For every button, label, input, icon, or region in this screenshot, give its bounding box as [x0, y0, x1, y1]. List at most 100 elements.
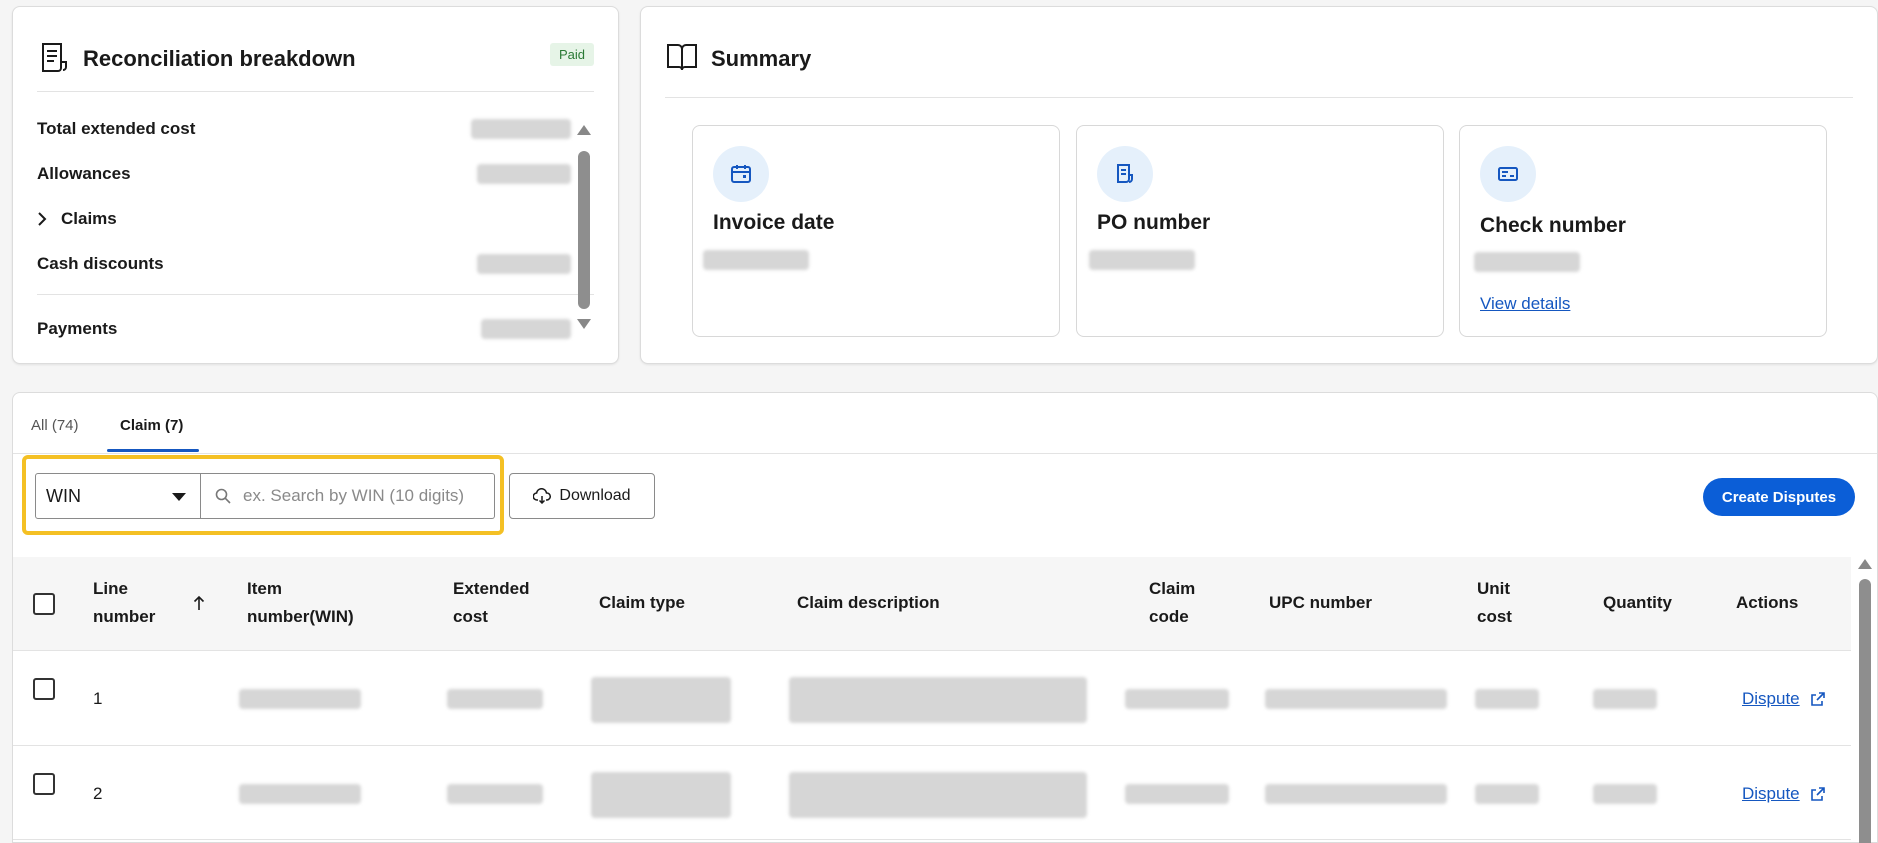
- dispute-label: Dispute: [1742, 689, 1800, 708]
- col-claim-type: Claim type: [599, 593, 685, 612]
- dispute-link[interactable]: Dispute: [1742, 689, 1825, 709]
- table-scrollbar[interactable]: [1857, 559, 1873, 843]
- col-quantity: Quantity: [1603, 593, 1672, 612]
- search-placeholder: ex. Search by WIN (10 digits): [243, 486, 465, 505]
- row-label: Payments: [37, 319, 118, 338]
- redacted-value: [1593, 689, 1657, 709]
- redacted-value: [1125, 784, 1229, 804]
- dispute-link[interactable]: Dispute: [1742, 784, 1825, 804]
- reconciliation-card: Reconciliation breakdown Paid Total exte…: [12, 6, 619, 364]
- active-tab-indicator: [107, 449, 199, 452]
- scroll-up-arrow[interactable]: [577, 125, 591, 135]
- row-total-extended-cost: Total extended cost: [37, 119, 195, 139]
- redacted-value: [1474, 252, 1580, 272]
- scrollbar-thumb[interactable]: [1859, 579, 1871, 843]
- search-icon: [215, 488, 231, 504]
- download-button[interactable]: Download: [509, 473, 655, 519]
- col-claim-code: Claim code: [1149, 579, 1196, 626]
- reconciliation-title: Reconciliation breakdown: [83, 46, 356, 71]
- col-line-number[interactable]: Line number: [93, 575, 173, 631]
- chevron-right-icon: [37, 212, 47, 226]
- divider: [37, 91, 594, 92]
- redacted-value: [1089, 250, 1195, 270]
- status-badge: Paid: [549, 43, 594, 66]
- redacted-value: [471, 119, 571, 139]
- row-label: Claims: [61, 209, 117, 228]
- check-number-tile: Check number View details: [1459, 125, 1827, 337]
- col-actions: Actions: [1736, 593, 1799, 612]
- reconciliation-header: Reconciliation breakdown Paid: [37, 35, 594, 83]
- scrollbar-thumb[interactable]: [578, 151, 590, 309]
- table-header: Line number Item number(WIN) Extended co…: [13, 557, 1851, 651]
- redacted-value: [591, 677, 731, 723]
- tile-label: Invoice date: [713, 211, 835, 234]
- book-icon: [665, 40, 699, 79]
- redacted-value: [1265, 784, 1447, 804]
- download-label: Download: [559, 487, 631, 504]
- redacted-value: [477, 254, 571, 274]
- document-icon: [1097, 146, 1153, 202]
- summary-header: Summary: [665, 35, 811, 83]
- scroll-down-arrow[interactable]: [577, 319, 591, 329]
- row-checkbox[interactable]: [33, 773, 55, 795]
- col-item-number: Item number(WIN): [247, 579, 354, 626]
- external-link-icon: [1800, 786, 1825, 802]
- search-input[interactable]: ex. Search by WIN (10 digits): [201, 473, 495, 519]
- check-icon: [1480, 146, 1536, 202]
- tab-divider: [13, 453, 1877, 454]
- col-extended-cost: Extended cost: [453, 579, 530, 626]
- redacted-value: [239, 784, 361, 804]
- row-label: Cash discounts: [37, 254, 164, 273]
- receipt-icon: [37, 40, 71, 79]
- row-payments: Payments: [37, 319, 117, 339]
- line-number-cell: 1: [93, 689, 103, 708]
- redacted-value: [477, 164, 571, 184]
- redacted-value: [447, 784, 543, 804]
- redacted-value: [1125, 689, 1229, 709]
- search-type-value: WIN: [46, 485, 81, 506]
- redacted-value: [1475, 784, 1539, 804]
- redacted-value: [447, 689, 543, 709]
- redacted-value: [789, 772, 1087, 818]
- table-row: 2 Dispute: [13, 746, 1851, 840]
- redacted-value: [1265, 689, 1447, 709]
- redacted-value: [591, 772, 731, 818]
- redacted-value: [481, 319, 571, 339]
- row-allowances: Allowances: [37, 164, 131, 184]
- table-row: 1 Dispute: [13, 652, 1851, 746]
- dispute-label: Dispute: [1742, 784, 1800, 803]
- scroll-up-arrow[interactable]: [1858, 559, 1872, 569]
- row-label: Allowances: [37, 164, 131, 183]
- row-checkbox[interactable]: [33, 678, 55, 700]
- row-claims-expandable[interactable]: Claims: [37, 209, 117, 229]
- caret-down-icon: [172, 493, 186, 501]
- row-label: Total extended cost: [37, 119, 196, 138]
- select-all-checkbox[interactable]: [33, 593, 55, 615]
- cloud-download-icon: [533, 488, 559, 504]
- col-upc-number: UPC number: [1269, 593, 1372, 612]
- claims-panel: All (74) Claim (7) WIN ex. Search by WIN…: [12, 392, 1878, 843]
- redacted-value: [789, 677, 1087, 723]
- invoice-date-tile: Invoice date: [692, 125, 1060, 337]
- search-type-select[interactable]: WIN: [35, 473, 201, 519]
- col-unit-cost: Unit cost: [1477, 579, 1512, 626]
- divider: [665, 97, 1853, 98]
- external-link-icon: [1800, 691, 1825, 707]
- col-claim-description: Claim description: [797, 593, 940, 612]
- calendar-icon: [713, 146, 769, 202]
- po-number-tile: PO number: [1076, 125, 1444, 337]
- redacted-value: [1593, 784, 1657, 804]
- summary-title: Summary: [711, 46, 812, 71]
- row-cash-discounts: Cash discounts: [37, 254, 164, 274]
- redacted-value: [239, 689, 361, 709]
- redacted-value: [703, 250, 809, 270]
- view-details-link[interactable]: View details: [1480, 294, 1570, 314]
- tile-label: PO number: [1097, 211, 1211, 234]
- tab-claim[interactable]: Claim (7): [120, 417, 183, 434]
- sort-ascending-icon[interactable]: [193, 595, 205, 616]
- create-disputes-button[interactable]: Create Disputes: [1703, 478, 1855, 516]
- line-number-cell: 2: [93, 784, 103, 803]
- redacted-value: [1475, 689, 1539, 709]
- divider: [37, 294, 594, 295]
- tab-all[interactable]: All (74): [31, 417, 79, 434]
